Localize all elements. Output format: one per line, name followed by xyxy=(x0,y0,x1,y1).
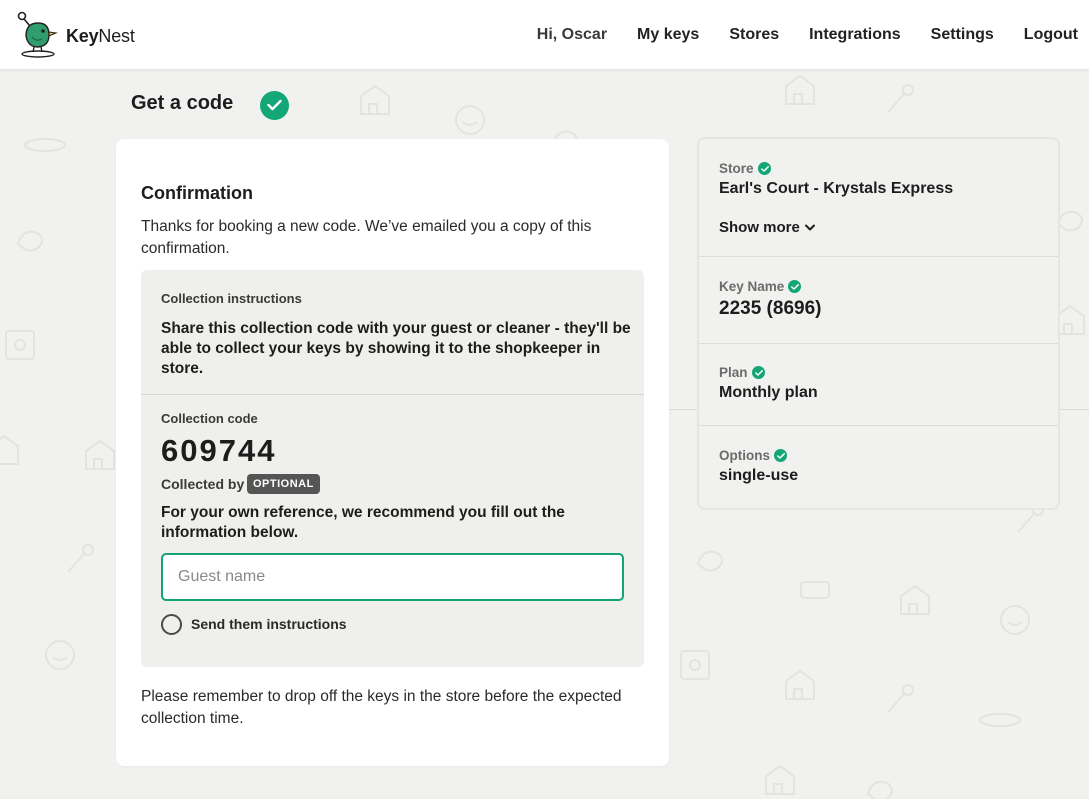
brand-name[interactable]: KeyNest xyxy=(66,26,135,47)
smiley-pattern-icon xyxy=(1000,605,1030,635)
bird-key-logo-icon xyxy=(17,11,58,58)
show-more-button[interactable]: Show more xyxy=(719,219,815,236)
safe-pattern-icon xyxy=(5,330,35,360)
summary-key-section: Key Name 2235 (8696) xyxy=(699,257,1058,344)
nav-my-keys[interactable]: My keys xyxy=(637,26,699,44)
store-label-text: Store xyxy=(719,161,754,176)
collection-panel: Collection instructions Share this colle… xyxy=(141,270,644,667)
main-nav: Hi, Oscar My keys Stores Integrations Se… xyxy=(537,26,1078,44)
summary-store-section: Store Earl's Court - Krystals Express Sh… xyxy=(699,139,1058,257)
bird-pattern-icon xyxy=(866,780,894,799)
booking-summary-panel: Store Earl's Court - Krystals Express Sh… xyxy=(697,137,1060,510)
smiley-pattern-icon xyxy=(455,105,485,135)
store-pattern-icon xyxy=(360,84,390,115)
nav-stores[interactable]: Stores xyxy=(729,26,779,44)
options-label-text: Options xyxy=(719,448,770,463)
smiley-pattern-icon xyxy=(45,640,75,670)
collection-code-label: Collection code xyxy=(161,411,258,426)
key-pattern-icon xyxy=(887,84,914,113)
confirmation-card: Confirmation Thanks for booking a new co… xyxy=(116,139,669,766)
store-pattern-icon xyxy=(785,669,815,700)
guest-name-input[interactable] xyxy=(161,553,624,601)
top-header: KeyNest Hi, Oscar My keys Stores Integra… xyxy=(0,0,1089,70)
store-label: Store xyxy=(719,161,771,176)
nav-greeting[interactable]: Hi, Oscar xyxy=(537,26,607,44)
check-circle-icon xyxy=(260,91,289,120)
optional-badge: OPTIONAL xyxy=(247,474,320,494)
options-value: single-use xyxy=(719,467,799,484)
store-pattern-icon xyxy=(785,74,815,105)
ring-pattern-icon xyxy=(24,138,66,152)
safe-pattern-icon xyxy=(680,650,710,680)
options-label: Options xyxy=(719,448,787,463)
store-pattern-icon xyxy=(900,584,930,615)
check-circle-icon xyxy=(757,162,771,175)
check-circle-icon xyxy=(751,366,765,379)
drop-off-note: Please remember to drop off the keys in … xyxy=(141,688,622,727)
check-circle-icon xyxy=(774,449,787,462)
summary-options-section: Options single-use xyxy=(699,426,1058,508)
send-instructions-label[interactable]: Send them instructions xyxy=(191,616,347,632)
plan-value: Monthly plan xyxy=(719,384,818,401)
ring-pattern-icon xyxy=(979,713,1021,727)
summary-plan-section: Plan Monthly plan xyxy=(699,344,1058,426)
key-name-label: Key Name xyxy=(719,279,802,294)
chevron-down-icon xyxy=(804,224,815,231)
nav-integrations[interactable]: Integrations xyxy=(809,26,901,44)
tag-pattern-icon xyxy=(800,581,830,599)
brand-name-bold: Key xyxy=(66,26,99,46)
store-pattern-icon xyxy=(85,439,115,470)
confirmation-heading: Confirmation xyxy=(141,183,253,203)
store-pattern-icon xyxy=(0,434,19,465)
key-pattern-icon xyxy=(887,684,914,713)
collection-code-value: 609744 xyxy=(161,433,277,468)
bird-pattern-icon xyxy=(696,550,724,572)
show-more-label: Show more xyxy=(719,219,800,236)
collection-instructions-label: Collection instructions xyxy=(161,291,302,306)
plan-label-text: Plan xyxy=(719,365,748,380)
page-title: Get a code xyxy=(131,92,234,114)
check-circle-icon xyxy=(788,280,802,293)
bird-pattern-icon xyxy=(16,230,44,252)
brand-name-light: Nest xyxy=(98,26,135,46)
confirmation-intro: Thanks for booking a new code. We’ve ema… xyxy=(141,218,592,257)
key-name-value: 2235 (8696) xyxy=(719,298,822,319)
store-value: Earl's Court - Krystals Express xyxy=(719,180,954,197)
nav-settings[interactable]: Settings xyxy=(931,26,994,44)
panel-divider xyxy=(141,394,644,395)
reference-text: For your own reference, we recommend you… xyxy=(161,504,565,541)
key-name-label-text: Key Name xyxy=(719,279,785,294)
nav-logout[interactable]: Logout xyxy=(1024,26,1078,44)
collection-instructions-text: Share this collection code with your gue… xyxy=(161,320,631,377)
collected-by-label: Collected by xyxy=(161,476,245,492)
key-pattern-icon xyxy=(67,544,94,573)
send-instructions-radio[interactable] xyxy=(161,614,182,635)
plan-label: Plan xyxy=(719,365,765,380)
store-pattern-icon xyxy=(765,764,795,795)
